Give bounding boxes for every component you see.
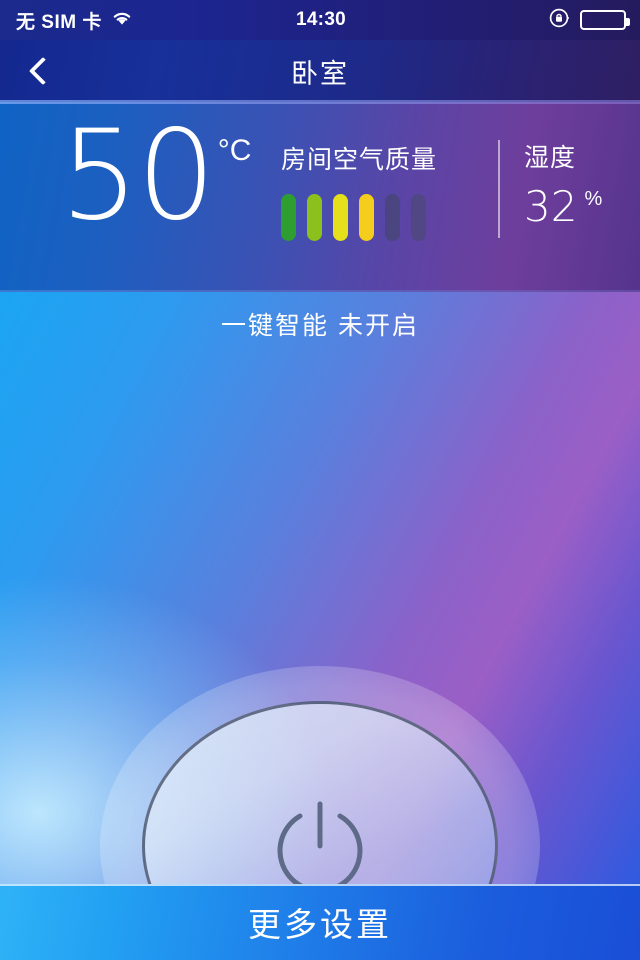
more-settings-bar[interactable]: 更多设置	[0, 884, 640, 960]
air-quality-bars	[281, 194, 437, 241]
clock: 14:30	[295, 9, 347, 30]
carrier-label: 无 SIM 卡	[16, 11, 102, 33]
temperature-unit: °C	[217, 134, 252, 167]
status-bar: 无 SIM 卡 14:30	[0, 0, 640, 40]
humidity-value: 32	[524, 182, 578, 231]
air-quality-bar	[281, 194, 296, 241]
status-bar-right	[346, 7, 640, 34]
nav-bar: 卧室	[0, 40, 640, 102]
page-title: 卧室	[291, 58, 349, 89]
air-quality-bar	[411, 194, 426, 241]
chevron-left-icon	[28, 56, 58, 86]
humidity-readout: 湿度 32 %	[524, 138, 602, 228]
info-panel: 50 °C 房间空气质量 湿度 32 %	[0, 102, 640, 292]
more-settings-label: 更多设置	[248, 906, 392, 943]
air-quality-label: 房间空气质量	[281, 146, 438, 174]
main-content: 一键智能 未开启 饭团	[0, 292, 640, 884]
air-quality-bar	[385, 194, 400, 241]
humidity-value-row: 32 %	[524, 186, 602, 228]
phone-screen: 无 SIM 卡 14:30 卧室 50 °C 房间空气质量 湿度 32 % 一键…	[0, 0, 640, 960]
air-quality-readout: 房间空气质量	[281, 140, 437, 241]
status-bar-left: 无 SIM 卡	[0, 7, 296, 34]
air-quality-bar	[359, 194, 374, 241]
air-quality-bar	[333, 194, 348, 241]
temperature-value: 50	[60, 104, 216, 248]
humidity-unit: %	[584, 188, 603, 210]
wifi-icon	[111, 9, 133, 31]
power-icon	[277, 801, 363, 884]
battery-icon	[580, 10, 631, 30]
vertical-divider	[498, 140, 500, 238]
power-button-area	[100, 666, 540, 884]
back-button[interactable]	[8, 40, 78, 102]
rotation-lock-icon	[548, 7, 570, 34]
temperature-readout: 50 °C	[60, 104, 252, 248]
smart-mode-status: 一键智能 未开启	[221, 312, 419, 340]
humidity-label: 湿度	[524, 144, 577, 172]
air-quality-bar	[307, 194, 322, 241]
